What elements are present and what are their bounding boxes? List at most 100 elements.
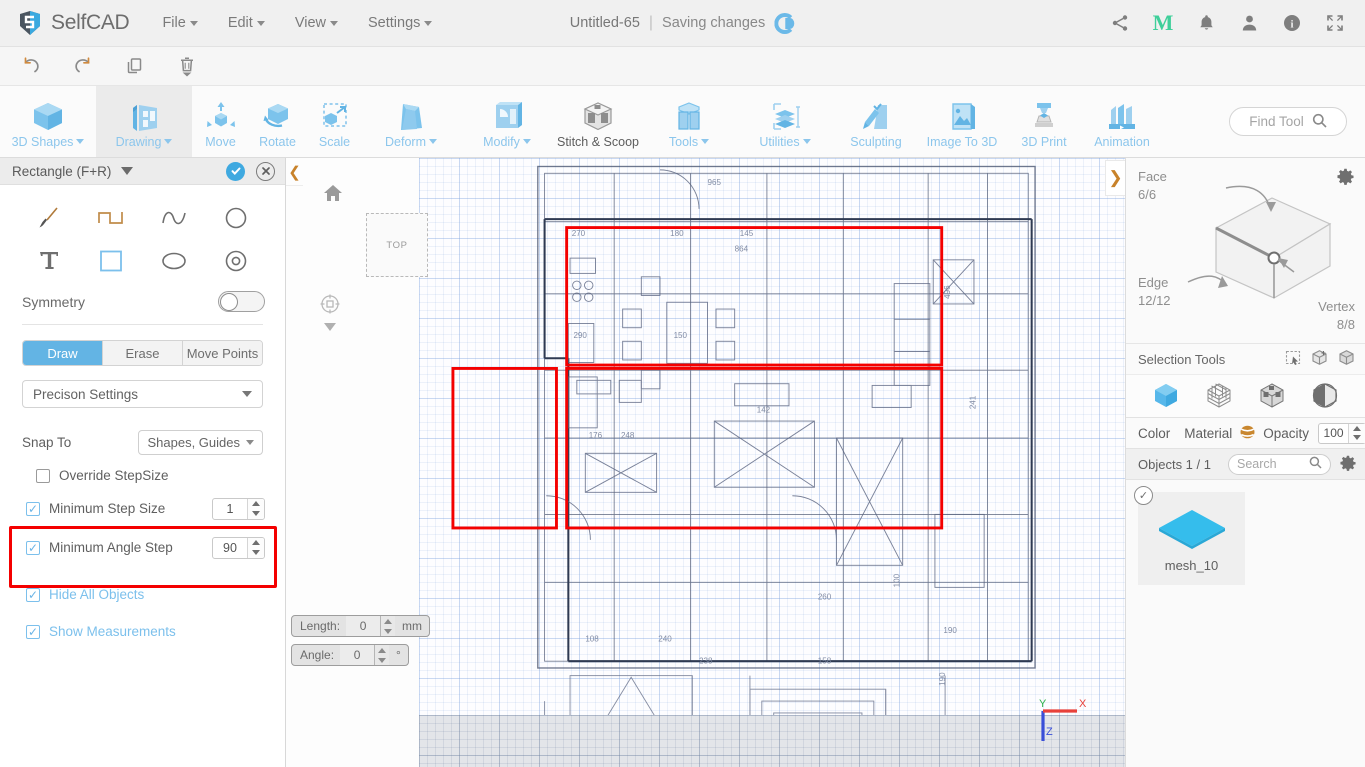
minimum-angle-step-row[interactable]: Minimum Angle Step 90	[0, 532, 285, 563]
toolbar-drawing[interactable]: Drawing	[96, 86, 192, 157]
list-item[interactable]: ✓ mesh_10	[1134, 486, 1245, 585]
home-view-icon[interactable]	[323, 183, 343, 203]
cancel-button[interactable]	[256, 161, 275, 181]
delete-icon[interactable]	[172, 52, 202, 80]
box-select-icon[interactable]	[1338, 349, 1355, 369]
toolbar-rotate[interactable]: Rotate	[249, 86, 306, 157]
document-title[interactable]: Untitled-65	[570, 15, 640, 31]
stepper-down-button[interactable]	[375, 655, 389, 665]
duplicate-icon[interactable]	[120, 52, 150, 80]
vertex-mode-icon[interactable]	[1205, 381, 1233, 412]
hide-all-objects-checkbox[interactable]	[26, 587, 40, 602]
snap-to-dropdown[interactable]: Shapes, Guides	[138, 430, 263, 455]
concentric-circle-tool[interactable]	[210, 242, 262, 279]
triangle-down-icon	[1353, 435, 1362, 441]
navigation-gizmo-icon[interactable]	[319, 293, 341, 318]
polyline-tool[interactable]	[85, 199, 137, 236]
info-icon[interactable]: i	[1282, 13, 1302, 33]
m-logo-icon[interactable]: M	[1153, 12, 1174, 34]
confirm-button[interactable]	[226, 161, 245, 181]
stepper-up-button[interactable]	[381, 616, 395, 626]
viewport[interactable]: 965 270 180 145 864 290 150 496 241 176 …	[286, 158, 1125, 767]
minimum-angle-step-stepper[interactable]: 90	[212, 536, 265, 559]
color-material-opacity-row: Color Material Opacity 100	[1126, 418, 1365, 449]
angle-measurement-input[interactable]: Angle: 0 °	[291, 644, 409, 666]
minimum-step-size-row[interactable]: Minimum Step Size 1	[0, 493, 285, 524]
user-icon[interactable]	[1239, 13, 1259, 33]
opacity-stepper[interactable]: 100	[1318, 422, 1365, 444]
fullscreen-icon[interactable]	[1325, 13, 1345, 33]
undo-icon[interactable]	[16, 52, 46, 80]
objects-search-input[interactable]: Search	[1228, 453, 1331, 475]
toolbar-move[interactable]: Move	[192, 86, 249, 157]
toolbar-modify[interactable]: Modify	[459, 86, 555, 157]
override-stepsize-row[interactable]: Override StepSize	[0, 455, 285, 483]
material-icon[interactable]	[1239, 424, 1256, 443]
toolbar-deform[interactable]: Deform	[363, 86, 459, 157]
toolbar-image-to-3d[interactable]: Image To 3D	[919, 86, 1005, 157]
toolbar-sculpting[interactable]: Sculpting	[833, 86, 919, 157]
view-cube-top[interactable]: TOP	[366, 213, 428, 277]
redo-icon[interactable]	[68, 52, 98, 80]
hide-all-objects-row[interactable]: Hide All Objects	[0, 563, 285, 602]
length-measurement-input[interactable]: Length: 0 mm	[291, 615, 431, 637]
precision-settings-dropdown[interactable]: Precison Settings	[22, 380, 263, 408]
stepper-up-button[interactable]	[1349, 424, 1365, 434]
bell-icon[interactable]	[1196, 13, 1216, 33]
chevron-down-icon[interactable]	[121, 167, 134, 175]
menu-edit[interactable]: Edit	[228, 15, 265, 31]
object-mode-icon[interactable]	[1152, 381, 1180, 412]
override-stepsize-checkbox[interactable]	[36, 468, 50, 483]
toolbar-scale[interactable]: Scale	[306, 86, 363, 157]
objects-settings-gear-icon[interactable]	[1340, 455, 1356, 474]
menu-settings[interactable]: Settings	[368, 15, 433, 31]
minimum-step-size-checkbox[interactable]	[26, 501, 40, 516]
symmetry-toggle[interactable]	[218, 291, 265, 312]
menu-view[interactable]: View	[295, 15, 338, 31]
toolbar-3d-print[interactable]: 3D Print	[1005, 86, 1083, 157]
toolbar-animation[interactable]: Animation	[1083, 86, 1161, 157]
stepper-up-button[interactable]	[248, 538, 264, 548]
stepper-down-button[interactable]	[248, 509, 264, 519]
stepper-up-button[interactable]	[248, 499, 264, 509]
minimum-angle-step-checkbox[interactable]	[26, 540, 40, 555]
rectangle-tool[interactable]	[85, 242, 137, 279]
share-icon[interactable]	[1110, 13, 1130, 33]
length-stepper[interactable]	[380, 616, 396, 636]
face-mode-icon[interactable]	[1258, 381, 1286, 412]
box-add-select-icon[interactable]	[1311, 349, 1328, 369]
stepper-down-button[interactable]	[248, 548, 264, 558]
stepper-up-button[interactable]	[375, 645, 389, 655]
edge-mode-icon[interactable]	[1311, 381, 1339, 412]
collapse-left-panel-button[interactable]: ❮	[286, 158, 303, 186]
mode-move-points-button[interactable]: Move Points	[183, 341, 262, 365]
ellipse-tool[interactable]	[148, 242, 200, 279]
show-measurements-row[interactable]: Show Measurements	[0, 602, 285, 639]
mode-erase-button[interactable]: Erase	[103, 341, 183, 365]
object-selected-check-icon[interactable]: ✓	[1134, 486, 1153, 505]
mode-draw-button[interactable]: Draw	[23, 341, 103, 365]
opacity-value[interactable]: 100	[1319, 424, 1348, 443]
length-value[interactable]: 0	[346, 616, 381, 636]
navigation-dropdown-icon[interactable]	[324, 323, 336, 331]
minimum-step-size-stepper[interactable]: 1	[212, 497, 265, 520]
toolbar-3d-shapes[interactable]: 3D Shapes	[0, 86, 96, 157]
angle-stepper[interactable]	[374, 645, 390, 665]
stepper-down-button[interactable]	[1349, 433, 1365, 443]
find-tool-input[interactable]: Find Tool	[1229, 107, 1347, 136]
toolbar-tools[interactable]: Tools	[641, 86, 737, 157]
toolbar-utilities[interactable]: Utilities	[737, 86, 833, 157]
stepper-down-button[interactable]	[381, 626, 395, 636]
minimum-angle-step-value[interactable]: 90	[213, 538, 247, 558]
brush-tool[interactable]	[23, 199, 75, 236]
menu-file[interactable]: File	[162, 15, 198, 31]
curve-tool[interactable]	[148, 199, 200, 236]
circle-tool[interactable]	[210, 199, 262, 236]
toolbar-stitch-scoop[interactable]: Stitch & Scoop	[555, 86, 641, 157]
minimum-step-size-value[interactable]: 1	[213, 499, 247, 519]
rect-select-icon[interactable]	[1285, 350, 1301, 369]
collapse-right-panel-button[interactable]: ❯	[1105, 160, 1125, 196]
angle-value[interactable]: 0	[340, 645, 375, 665]
show-measurements-checkbox[interactable]	[26, 624, 40, 639]
text-tool[interactable]	[23, 242, 75, 279]
